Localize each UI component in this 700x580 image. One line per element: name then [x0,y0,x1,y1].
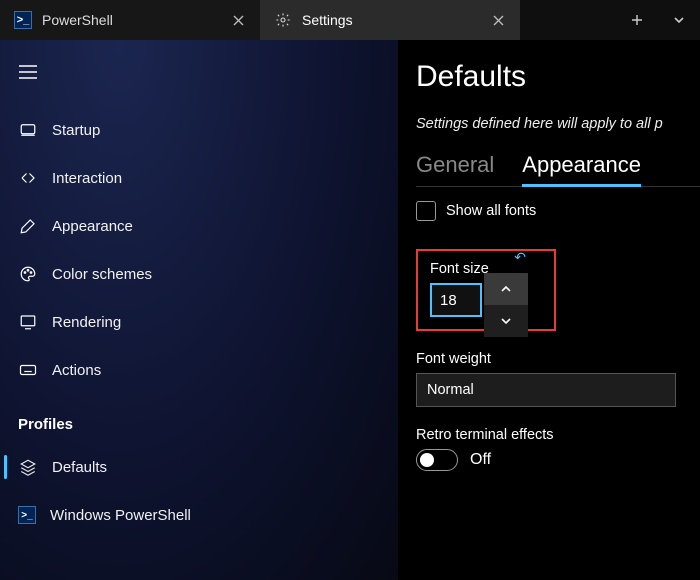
palette-icon [18,264,38,284]
show-all-fonts-checkbox[interactable] [416,201,436,221]
content-panel: Defaults Settings defined here will appl… [398,40,700,580]
nav-label: Interaction [52,170,122,187]
retro-effects-toggle[interactable] [416,449,458,471]
app-body: Startup Interaction Appearance Color sch… [0,40,700,580]
new-tab-button[interactable] [616,0,658,40]
profile-item-windows-powershell[interactable]: >_ Windows PowerShell [0,491,398,539]
nav-label: Startup [52,122,100,139]
powershell-icon: >_ [14,11,32,29]
tab-label: Settings [302,12,480,28]
nav-item-startup[interactable]: Startup [0,106,398,154]
nav-label: Appearance [52,218,133,235]
tab-label: PowerShell [42,12,220,28]
interaction-icon [18,168,38,188]
nav-label: Windows PowerShell [50,507,191,524]
tab-settings[interactable]: Settings [260,0,520,40]
nav-label: Rendering [52,314,121,331]
nav-list: Startup Interaction Appearance Color sch… [0,106,398,394]
keyboard-icon [18,360,38,380]
retro-effects-block: Retro terminal effects Off [416,427,700,471]
gear-icon [274,11,292,29]
font-size-highlight: ↶ Font size [416,249,556,331]
page-description: Settings defined here will apply to all … [416,116,700,132]
page-title: Defaults [416,60,700,94]
spinner-up-button[interactable] [484,273,528,305]
tab-powershell[interactable]: >_ PowerShell [0,0,260,40]
close-icon[interactable] [230,12,246,28]
profiles-header: Profiles [0,394,398,443]
subtab-general[interactable]: General [416,148,494,186]
close-icon[interactable] [490,12,506,28]
nav-label: Defaults [52,459,107,476]
powershell-icon: >_ [18,506,36,524]
nav-item-actions[interactable]: Actions [0,346,398,394]
layers-icon [18,457,38,477]
show-all-fonts-label: Show all fonts [446,203,536,219]
font-size-input[interactable] [430,283,482,317]
app-window: >_ PowerShell Settings [0,0,700,580]
spinner-down-button[interactable] [484,305,528,337]
profiles-list: Defaults >_ Windows PowerShell [0,443,398,539]
monitor-icon [18,312,38,332]
settings-sidebar: Startup Interaction Appearance Color sch… [0,40,398,580]
subtab-appearance[interactable]: Appearance [522,148,641,186]
font-size-block: ↶ Font size [416,249,700,331]
retro-effects-label: Retro terminal effects [416,427,700,443]
nav-label: Actions [52,362,101,379]
font-weight-select[interactable] [416,373,676,407]
nav-item-interaction[interactable]: Interaction [0,154,398,202]
reset-icon[interactable]: ↶ [514,249,526,266]
retro-effects-state: Off [470,451,491,469]
hamburger-button[interactable] [8,52,48,92]
title-tabbar: >_ PowerShell Settings [0,0,700,40]
brush-icon [18,216,38,236]
profile-item-defaults[interactable]: Defaults [0,443,398,491]
nav-label: Color schemes [52,266,152,283]
nav-item-color-schemes[interactable]: Color schemes [0,250,398,298]
startup-icon [18,120,38,140]
font-weight-block: Font weight [416,351,700,407]
show-all-fonts-row: Show all fonts [416,201,700,221]
window-buttons [616,0,700,40]
tab-dropdown-button[interactable] [658,0,700,40]
font-weight-label: Font weight [416,351,700,367]
subtab-bar: General Appearance [416,148,700,187]
nav-item-rendering[interactable]: Rendering [0,298,398,346]
font-size-spinner [484,273,528,337]
nav-item-appearance[interactable]: Appearance [0,202,398,250]
